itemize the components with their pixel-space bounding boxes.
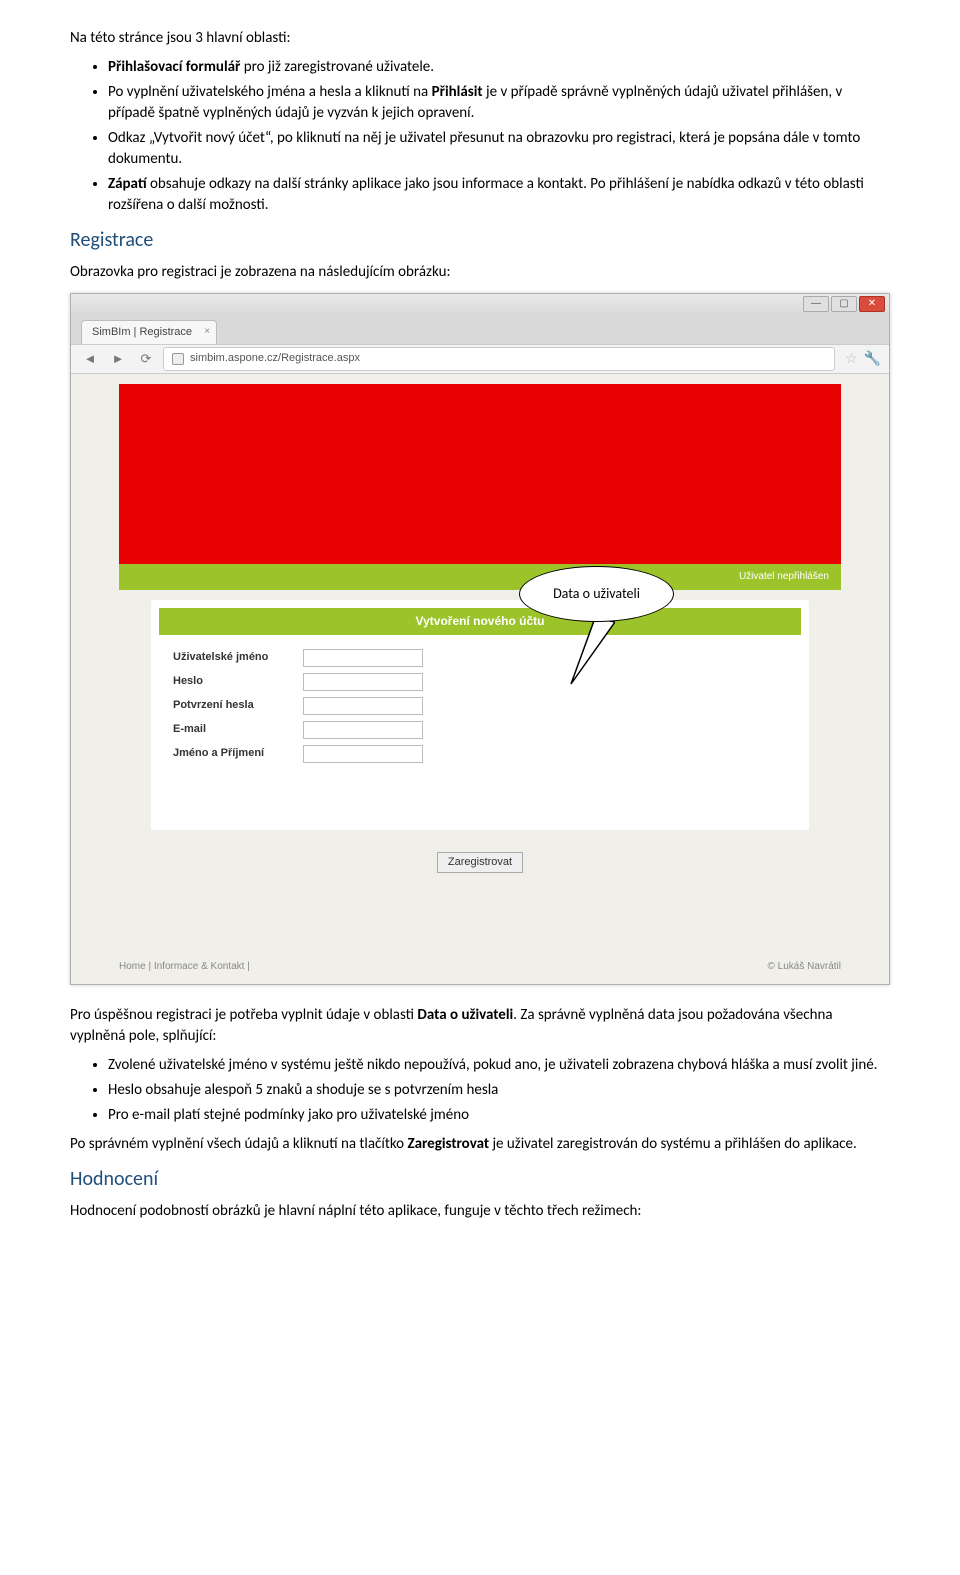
- label-confirm: Potvrzení hesla: [173, 698, 303, 713]
- site-icon: [172, 353, 184, 365]
- registration-form: Uživatelské jméno Heslo Potvrzení hesla …: [173, 649, 809, 763]
- label-email: E-mail: [173, 722, 303, 737]
- after-para-2: Po správném vyplnění všech údajů a klikn…: [70, 1134, 890, 1155]
- bookmark-icon[interactable]: ☆: [845, 349, 858, 369]
- maximize-button[interactable]: ▢: [831, 296, 857, 312]
- field-row-username: Uživatelské jméno: [173, 649, 809, 667]
- list-item: Pro e-mail platí stejné podmínky jako pr…: [108, 1105, 890, 1126]
- forward-button[interactable]: ►: [107, 349, 129, 369]
- label-password: Heslo: [173, 674, 303, 689]
- text: Zápatí: [108, 175, 147, 193]
- intro-line: Na této stránce jsou 3 hlavní oblasti:: [70, 28, 890, 49]
- label-fullname: Jméno a Příjmení: [173, 746, 303, 761]
- heading-hodnoceni: Hodnocení: [70, 1165, 890, 1193]
- field-row-email: E-mail: [173, 721, 809, 739]
- field-row-password: Heslo: [173, 673, 809, 691]
- header-banner: [119, 384, 841, 564]
- browser-toolbar: ◄ ► ⟳ simbim.aspone.cz/Registrace.aspx ☆…: [71, 344, 889, 374]
- registration-card: Vytvoření nového účtu Uživatelské jméno …: [151, 600, 809, 830]
- browser-window: — ▢ ✕ SimBIm | Registrace × ◄ ► ⟳ simbim…: [70, 293, 890, 985]
- minimize-button[interactable]: —: [803, 296, 829, 312]
- list-item: Zápatí obsahuje odkazy na další stránky …: [108, 174, 890, 216]
- status-strip: Uživatel nepřihlášen: [119, 564, 841, 590]
- text: Přihlašovací formulář: [108, 58, 240, 76]
- text: je uživatel zaregistrován do systému a p…: [489, 1135, 857, 1153]
- tab-strip: SimBIm | Registrace ×: [71, 316, 889, 344]
- callout-text: Data o uživateli: [553, 584, 640, 604]
- list-item: Přihlašovací formulář pro již zaregistro…: [108, 57, 890, 78]
- submit-row: Zaregistrovat: [71, 852, 889, 873]
- text: Přihlásit: [432, 83, 483, 101]
- address-bar[interactable]: simbim.aspone.cz/Registrace.aspx: [163, 347, 835, 370]
- text: Zaregistrovat: [408, 1135, 490, 1153]
- page-viewport: Uživatel nepřihlášen Vytvoření nového úč…: [71, 374, 889, 984]
- page-footer: Home | Informace & Kontakt | © Lukáš Nav…: [119, 960, 841, 974]
- reload-button[interactable]: ⟳: [135, 349, 157, 369]
- heading-registrace: Registrace: [70, 226, 890, 254]
- menu-icon[interactable]: 🔧: [864, 349, 881, 369]
- register-button[interactable]: Zaregistrovat: [437, 852, 523, 873]
- input-password[interactable]: [303, 673, 423, 691]
- field-row-confirm: Potvrzení hesla: [173, 697, 809, 715]
- close-tab-icon[interactable]: ×: [204, 325, 210, 339]
- login-status: Uživatel nepřihlášen: [739, 571, 829, 582]
- field-row-fullname: Jméno a Příjmení: [173, 745, 809, 763]
- list-item: Heslo obsahuje alespoň 5 znaků a shoduje…: [108, 1080, 890, 1101]
- input-confirm[interactable]: [303, 697, 423, 715]
- card-title: Vytvoření nového účtu: [159, 608, 801, 635]
- back-button[interactable]: ◄: [79, 349, 101, 369]
- after-para-1: Pro úspěšnou registraci je potřeba vypln…: [70, 1005, 890, 1047]
- hodnoceni-line: Hodnocení podobností obrázků je hlavní n…: [70, 1201, 890, 1222]
- text: Po správném vyplnění všech údajů a klikn…: [70, 1135, 408, 1153]
- footer-copyright: © Lukáš Navrátil: [767, 960, 841, 974]
- list-item: Zvolené uživatelské jméno v systému ješt…: [108, 1055, 890, 1076]
- tab-title: SimBIm | Registrace: [92, 326, 192, 338]
- text: Po vyplnění uživatelského jména a hesla …: [108, 83, 432, 101]
- callout-tail: [565, 618, 615, 688]
- input-username[interactable]: [303, 649, 423, 667]
- browser-tab[interactable]: SimBIm | Registrace ×: [81, 320, 217, 344]
- label-username: Uživatelské jméno: [173, 650, 303, 665]
- callout-bubble: Data o uživateli: [519, 566, 674, 622]
- text: pro již zaregistrované uživatele.: [240, 58, 434, 76]
- bullet-list-2: Zvolené uživatelské jméno v systému ješt…: [70, 1055, 890, 1126]
- url-text: simbim.aspone.cz/Registrace.aspx: [190, 351, 360, 366]
- close-button[interactable]: ✕: [859, 296, 885, 312]
- text: Data o uživateli: [417, 1006, 513, 1024]
- bullet-list-1: Přihlašovací formulář pro již zaregistro…: [70, 57, 890, 216]
- text: Pro úspěšnou registraci je potřeba vypln…: [70, 1006, 417, 1024]
- text: obsahuje odkazy na další stránky aplikac…: [108, 175, 864, 214]
- input-fullname[interactable]: [303, 745, 423, 763]
- footer-links[interactable]: Home | Informace & Kontakt |: [119, 960, 250, 974]
- registrace-line: Obrazovka pro registraci je zobrazena na…: [70, 262, 890, 283]
- list-item: Odkaz „Vytvořit nový účet“, po kliknutí …: [108, 128, 890, 170]
- list-item: Po vyplnění uživatelského jména a hesla …: [108, 82, 890, 124]
- window-titlebar: — ▢ ✕: [71, 294, 889, 316]
- input-email[interactable]: [303, 721, 423, 739]
